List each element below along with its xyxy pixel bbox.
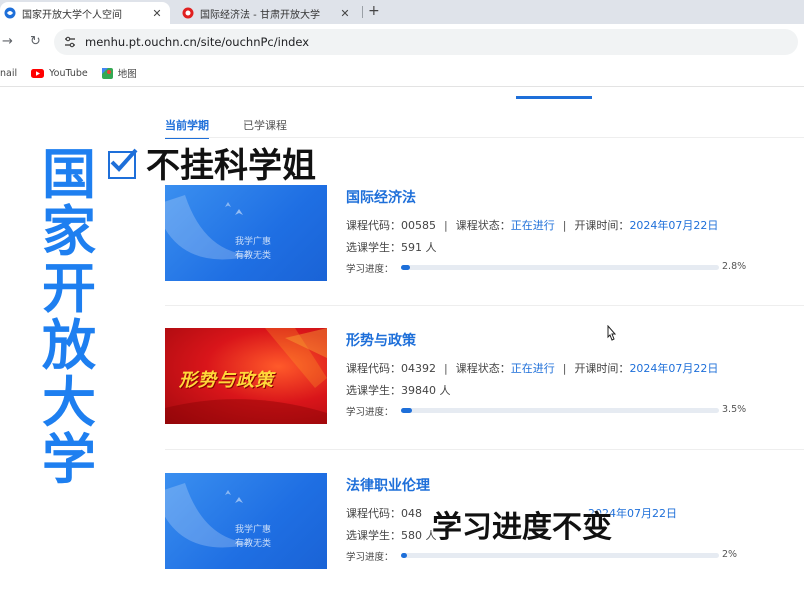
tab-completed-courses[interactable]: 已学课程 (243, 117, 287, 139)
course-meta: 课程代码：04392 | 课程状态：正在进行 | 开课时间：2024年07月22日 (346, 362, 719, 375)
browser-tab-bar: 国家开放大学个人空间 ✕ 国际经济法 - 甘肃开放大学 ✕ + (0, 0, 804, 24)
thumbnail-slogan: 我学广惠 有教无类 (235, 525, 272, 549)
course-card[interactable]: 形势与政策 形势与政策 课程代码：04392 | 课程状态：正在进行 | 开课时间：20… (165, 328, 804, 428)
video-caption: 学习进度不变 (432, 510, 612, 545)
progress-bar (401, 408, 719, 413)
thumbnail-slogan: 我学广惠 有教无类 (235, 237, 272, 261)
url-text: menhu.pt.ouchn.cn/site/ouchnPc/index (85, 35, 310, 49)
progress-percent: 2% (722, 549, 738, 560)
course-card[interactable]: 我学广惠 有教无类 国际经济法 课程代码：00585 | 课程状态：正在进行 | 开课时… (165, 185, 804, 285)
thumbnail-title: 形势与政策 (179, 370, 274, 391)
bookmarks-bar: nail YouTube 地图 (0, 60, 804, 87)
close-icon[interactable]: ✕ (150, 7, 164, 20)
course-code: 00585 (401, 219, 436, 232)
progress-label: 学习进度： (346, 264, 394, 275)
course-thumbnail[interactable]: 我学广惠 有教无类 (165, 473, 327, 569)
scroll-indicator (516, 96, 592, 99)
bookmark-label: nail (0, 67, 18, 79)
address-bar[interactable]: menhu.pt.ouchn.cn/site/ouchnPc/index (54, 29, 798, 55)
divider (165, 305, 804, 306)
course-name[interactable]: 法律职业伦理 (346, 475, 430, 495)
course-status: 正在进行 (510, 362, 555, 375)
course-students: 选课学生：39840 人 (346, 384, 451, 397)
course-code: 04392 (401, 362, 436, 375)
course-code: 048 (401, 507, 422, 520)
vertical-overlay-title: 国 家 开 放 大 学 (42, 143, 96, 491)
ouchn-favicon-icon (4, 7, 16, 19)
course-meta: 课程代码：00585 | 课程状态：正在进行 | 开课时间：2024年07月22日 (346, 219, 719, 232)
course-name[interactable]: 国际经济法 (346, 187, 416, 207)
bookmark-youtube[interactable]: YouTube (31, 68, 88, 79)
youtube-icon (31, 68, 45, 78)
new-tab-button[interactable]: + (368, 3, 380, 19)
browser-tab-inactive[interactable]: 国际经济法 - 甘肃开放大学 ✕ (178, 2, 358, 24)
ouchn-logo-icon (165, 195, 255, 260)
maps-icon (101, 67, 113, 79)
course-thumbnail[interactable]: 我学广惠 有教无类 (165, 185, 327, 281)
course-start-date: 2024年07月22日 (629, 219, 719, 232)
browser-toolbar: → ↻ menhu.pt.ouchn.cn/site/ouchnPc/index (0, 24, 804, 60)
divider (165, 449, 804, 450)
browser-tab-title: 国家开放大学个人空间 (22, 9, 122, 21)
ouchn-logo-icon (165, 483, 255, 548)
course-name[interactable]: 形势与政策 (346, 330, 416, 350)
progress-bar (401, 553, 719, 558)
browser-tab-title: 国际经济法 - 甘肃开放大学 (200, 9, 320, 21)
bookmark-gmail[interactable]: nail (0, 68, 17, 79)
course-tabs: 当前学期 已学课程 (165, 117, 321, 139)
reload-icon[interactable]: ↻ (30, 34, 41, 49)
bookmark-maps[interactable]: 地图 (101, 66, 137, 80)
forward-arrow-icon[interactable]: → (2, 34, 13, 49)
progress-label: 学习进度： (346, 552, 394, 563)
close-icon[interactable]: ✕ (338, 7, 352, 20)
site-info-icon[interactable] (63, 35, 77, 49)
bookmark-label: YouTube (49, 67, 88, 79)
progress-percent: 2.8% (722, 261, 747, 272)
browser-tab-active[interactable]: 国家开放大学个人空间 ✕ (0, 2, 170, 24)
course-start-date: 2024年07月22日 (629, 362, 719, 375)
course-students: 选课学生：591 人 (346, 241, 437, 254)
checkbox-icon (108, 148, 138, 179)
gsou-favicon-icon (182, 7, 194, 19)
tab-current-term[interactable]: 当前学期 (165, 117, 209, 139)
progress-bar (401, 265, 719, 270)
course-students: 选课学生：580 人 (346, 529, 437, 542)
overlay-title-text: 不挂科学姐 (146, 146, 316, 186)
progress-label: 学习进度： (346, 407, 394, 418)
course-status: 正在进行 (510, 219, 555, 232)
course-thumbnail[interactable]: 形势与政策 (165, 328, 327, 424)
checked-overlay-title: 不挂科学姐 (108, 138, 316, 187)
tab-divider (362, 6, 363, 18)
progress-percent: 3.5% (722, 404, 747, 415)
bookmark-label: 地图 (117, 69, 137, 80)
